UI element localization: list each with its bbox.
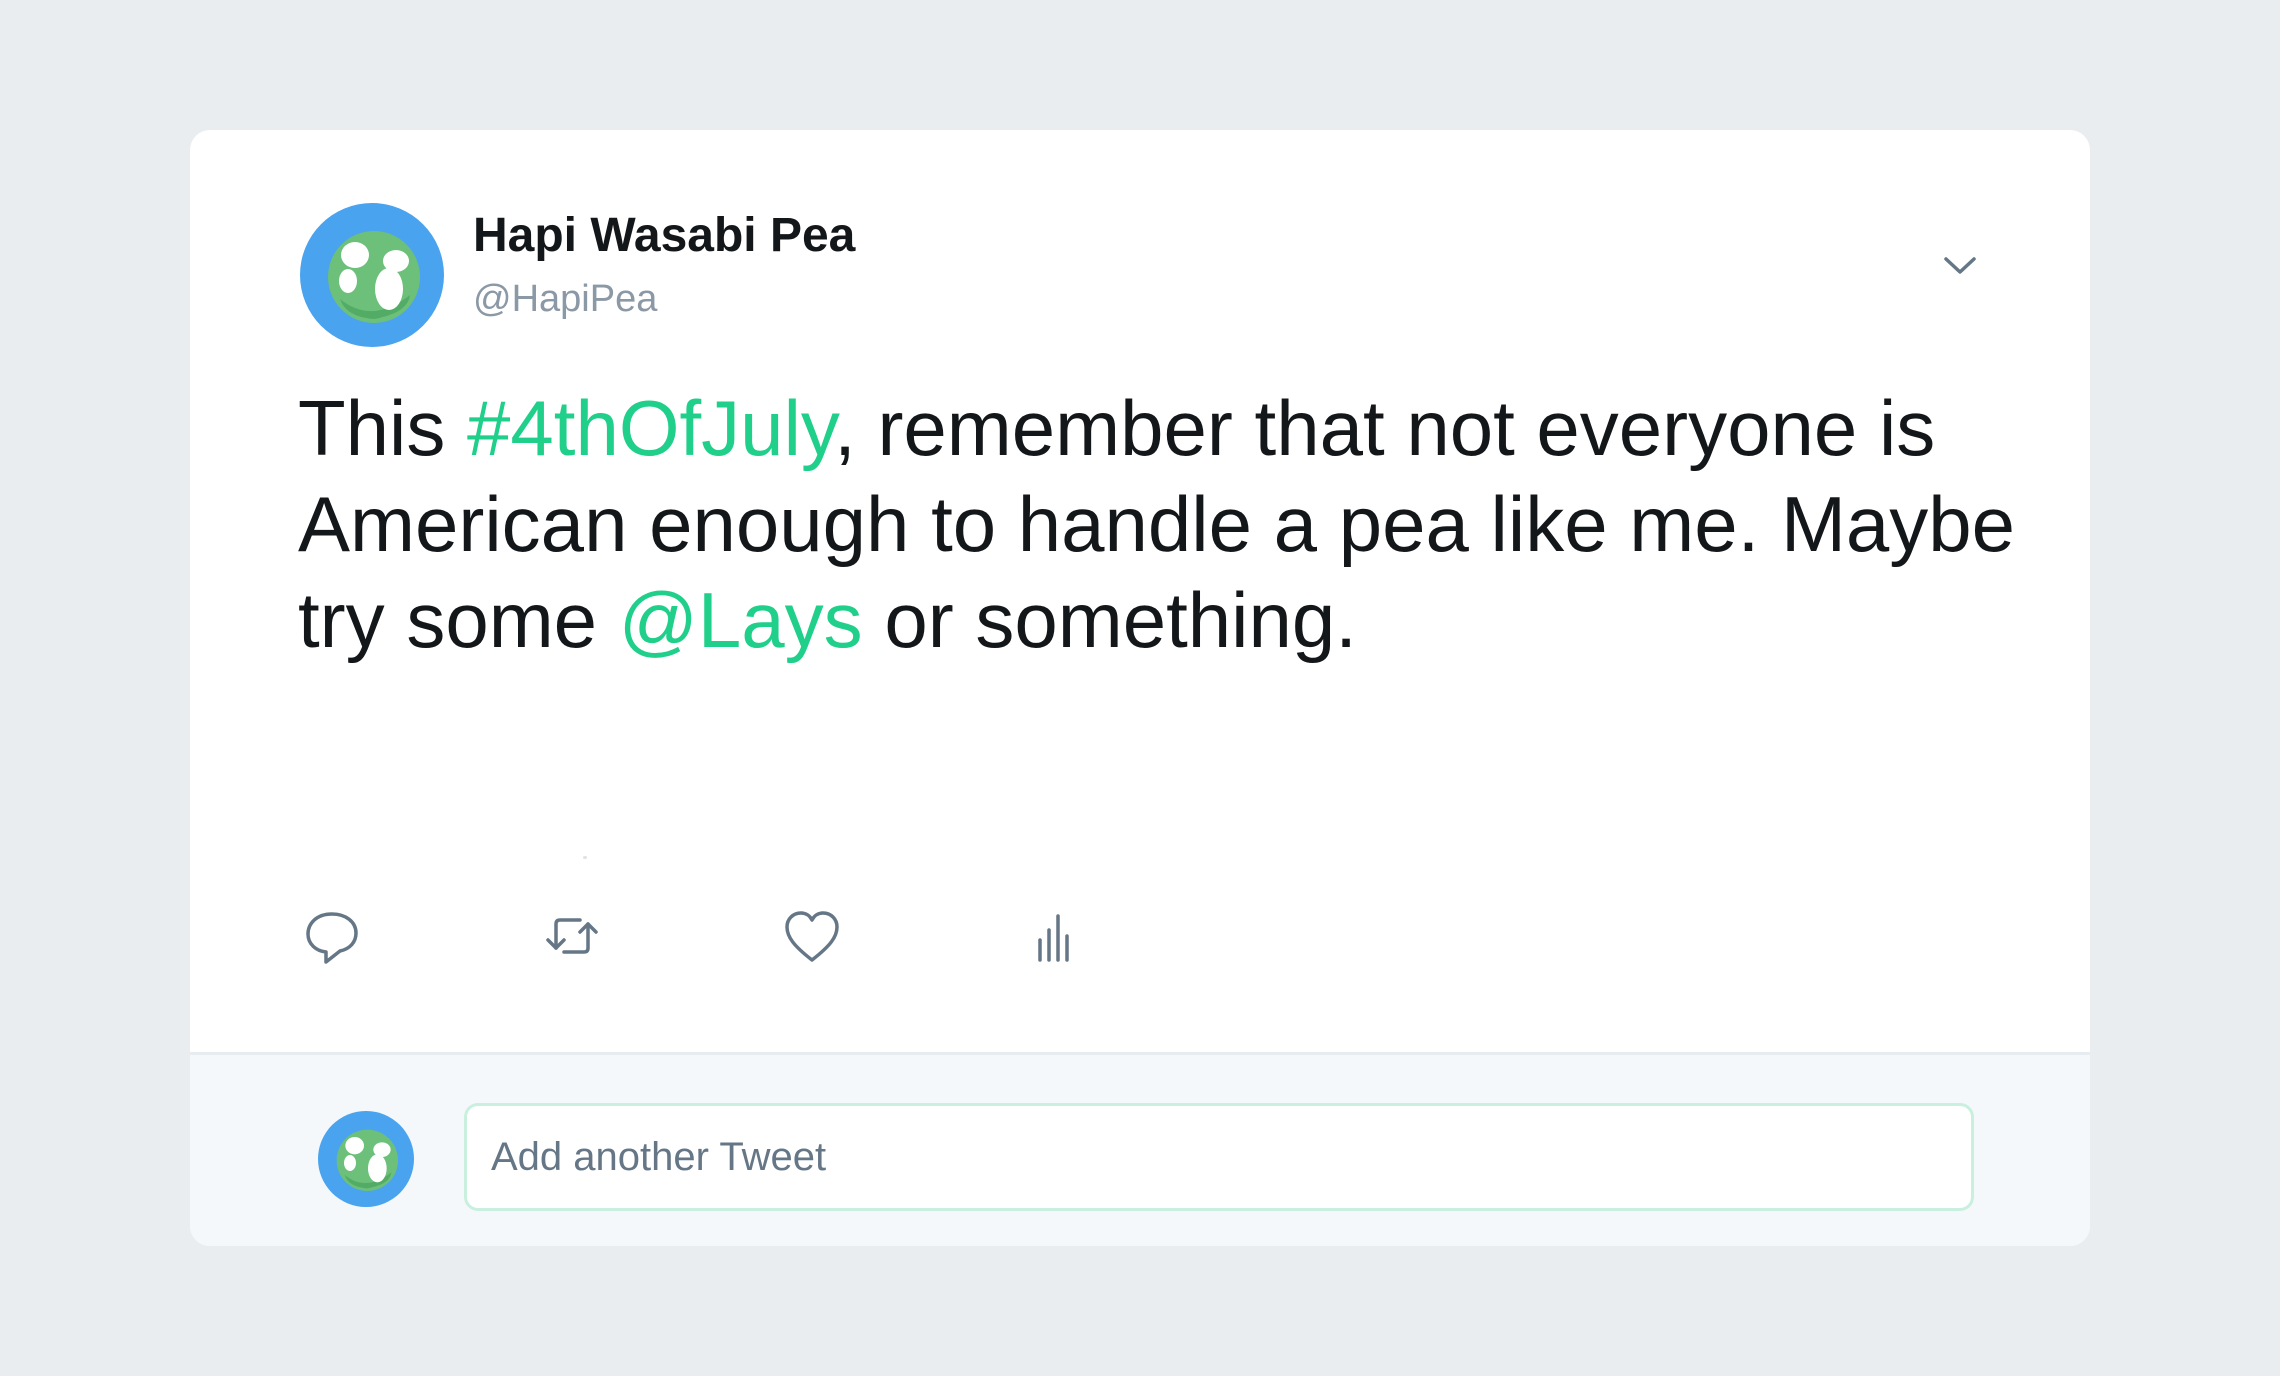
reply-icon[interactable] [296, 900, 368, 972]
hashtag-link[interactable]: #4thOfJuly [467, 384, 834, 472]
chevron-down-icon[interactable] [1935, 240, 1985, 290]
avatar[interactable] [300, 203, 444, 347]
display-name[interactable]: Hapi Wasabi Pea [473, 208, 855, 263]
tweet-text: This #4thOfJuly, remember that not every… [298, 380, 2018, 668]
tweet-text-part: This [298, 384, 468, 472]
reply-bar [190, 1052, 2090, 1246]
avatar[interactable] [318, 1111, 414, 1207]
retweet-icon[interactable] [536, 900, 608, 972]
reply-input[interactable] [464, 1103, 1974, 1211]
mention-link[interactable]: @Lays [619, 576, 863, 664]
divider-dot [583, 856, 587, 859]
tweet-card: Hapi Wasabi Pea @HapiPea This #4thOfJuly… [190, 130, 2090, 1246]
tweet-text-part: or something. [862, 576, 1357, 664]
analytics-icon[interactable] [1016, 900, 1088, 972]
user-handle[interactable]: @HapiPea [473, 278, 657, 321]
heart-icon[interactable] [776, 900, 848, 972]
